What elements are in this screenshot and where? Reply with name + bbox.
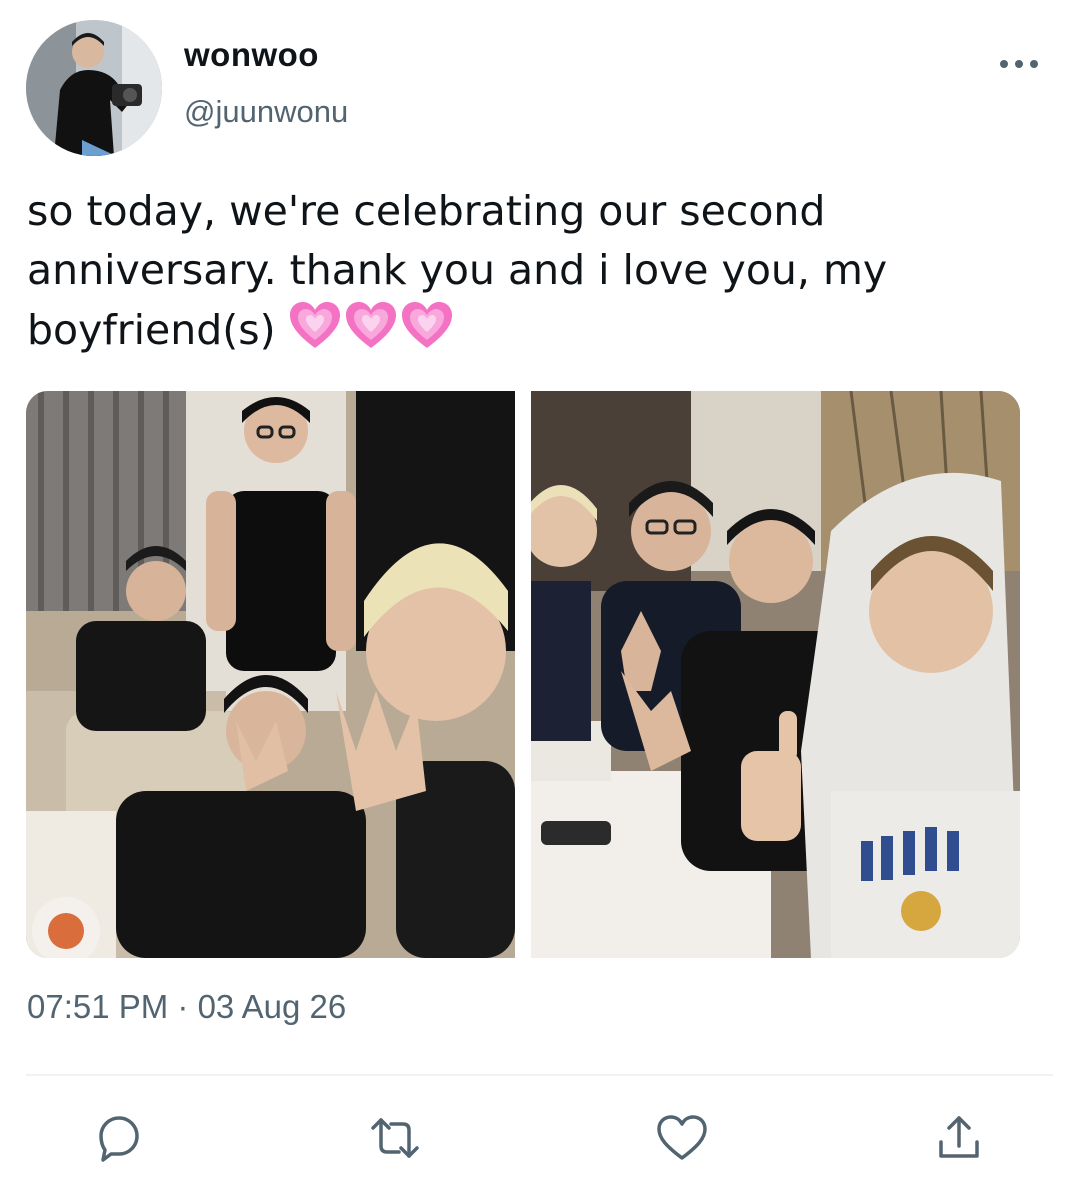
user-handle[interactable]: @juunwonu	[184, 94, 348, 130]
tweet-text-line: boyfriend(s)	[27, 306, 276, 354]
growing-heart-icon	[401, 302, 452, 348]
tweet-timestamp[interactable]: 07:51 PM · 03 Aug 26	[27, 988, 346, 1026]
group-selfie-photo-icon	[531, 391, 1020, 958]
speech-bubble-icon	[99, 1116, 139, 1162]
media-grid	[26, 391, 1020, 958]
heart-icon	[657, 1115, 707, 1160]
dot	[1000, 60, 1008, 68]
emoji-group	[288, 300, 454, 352]
retweet-button[interactable]	[367, 1110, 423, 1166]
share-icon	[939, 1116, 979, 1158]
divider	[26, 1074, 1053, 1076]
group-selfie-photo-icon	[26, 391, 515, 958]
share-button[interactable]	[931, 1110, 987, 1166]
growing-heart-icon	[289, 302, 340, 348]
dot	[1030, 60, 1038, 68]
like-button[interactable]	[654, 1110, 710, 1166]
tweet-text-line: anniversary. thank you and i love you, m…	[27, 246, 888, 294]
avatar[interactable]	[26, 20, 162, 156]
growing-heart-icon	[345, 302, 396, 348]
tweet: wonwoo @juunwonu so today, we're celebra…	[0, 0, 1079, 1200]
retweet-icon	[371, 1118, 419, 1158]
tweet-photo-1[interactable]	[26, 391, 515, 958]
dot	[1015, 60, 1023, 68]
display-name[interactable]: wonwoo	[184, 36, 319, 74]
reply-button[interactable]	[91, 1110, 147, 1166]
tweet-photo-2[interactable]	[531, 391, 1020, 958]
more-options-icon[interactable]	[1000, 54, 1046, 74]
action-bar	[0, 1110, 1079, 1170]
tweet-text: so today, we're celebrating our second a…	[27, 182, 1027, 360]
tweet-text-line: so today, we're celebrating our second	[27, 187, 826, 235]
profile-photo-icon	[26, 20, 162, 156]
